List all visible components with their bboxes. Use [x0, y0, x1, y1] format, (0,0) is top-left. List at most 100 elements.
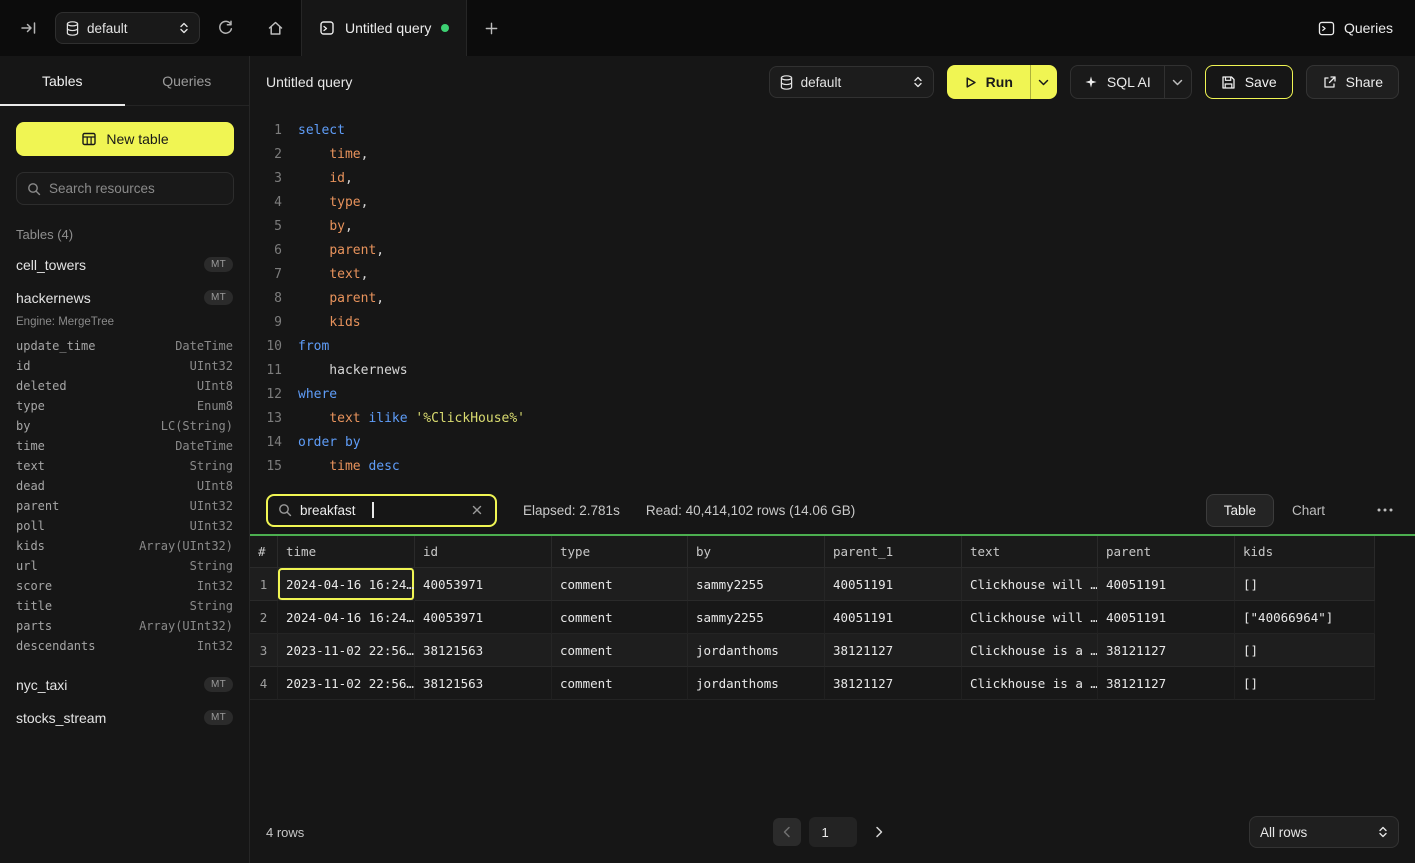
- editor-line[interactable]: 15 time desc: [258, 454, 1415, 478]
- prev-page-button[interactable]: [773, 818, 801, 846]
- results-search-input[interactable]: [300, 503, 364, 518]
- table-cell[interactable]: 40051191: [825, 601, 962, 634]
- column-name: id: [16, 359, 30, 373]
- table-cell[interactable]: 2024-04-16 16:24…: [278, 568, 415, 601]
- table-cell[interactable]: 38121127: [1098, 667, 1235, 700]
- sidebar-tab-queries[interactable]: Queries: [125, 56, 250, 105]
- editor-line[interactable]: 3 id,: [258, 166, 1415, 190]
- column-header[interactable]: parent_1: [825, 536, 962, 568]
- column-header[interactable]: time: [278, 536, 415, 568]
- topbar-database-selector[interactable]: default: [55, 12, 200, 44]
- resource-search[interactable]: [16, 172, 234, 205]
- results-search[interactable]: [266, 494, 497, 527]
- share-button[interactable]: Share: [1306, 65, 1399, 99]
- table-cell[interactable]: 40051191: [825, 568, 962, 601]
- sidebar-table-item[interactable]: cell_towersMT: [0, 248, 249, 281]
- table-cell[interactable]: 40051191: [1098, 601, 1235, 634]
- column-type: DateTime: [175, 439, 233, 453]
- table-cell[interactable]: Clickhouse will …: [962, 568, 1098, 601]
- editor-line[interactable]: 9 kids: [258, 310, 1415, 334]
- editor-line[interactable]: 2 time,: [258, 142, 1415, 166]
- queries-button[interactable]: Queries: [1318, 20, 1393, 36]
- table-cell[interactable]: Clickhouse is a …: [962, 634, 1098, 667]
- column-header[interactable]: parent: [1098, 536, 1235, 568]
- clear-search-button[interactable]: [469, 502, 485, 518]
- table-cell[interactable]: 38121127: [825, 634, 962, 667]
- column-header[interactable]: text: [962, 536, 1098, 568]
- rows-per-page-select[interactable]: All rows: [1249, 816, 1399, 848]
- table-cell[interactable]: comment: [552, 667, 688, 700]
- new-tab-button[interactable]: [467, 0, 516, 56]
- editor-line[interactable]: 4 type,: [258, 190, 1415, 214]
- query-database-selector[interactable]: default: [769, 66, 934, 98]
- editor-line[interactable]: 5 by,: [258, 214, 1415, 238]
- sidebar-tab-tables[interactable]: Tables: [0, 56, 125, 105]
- table-row[interactable]: 32023-11-02 22:56…38121563commentjordant…: [250, 634, 1375, 667]
- save-button[interactable]: Save: [1205, 65, 1293, 99]
- sidebar-table-item[interactable]: hackernewsMT: [0, 281, 249, 314]
- table-cell[interactable]: 38121563: [415, 634, 552, 667]
- view-toggle-chart[interactable]: Chart: [1274, 494, 1343, 527]
- search-icon: [278, 503, 292, 517]
- tab-untitled-query[interactable]: Untitled query: [301, 0, 467, 56]
- table-row[interactable]: 42023-11-02 22:56…38121563commentjordant…: [250, 667, 1375, 700]
- column-header[interactable]: type: [552, 536, 688, 568]
- editor-line[interactable]: 12where: [258, 382, 1415, 406]
- sql-editor[interactable]: 1select2 time,3 id,4 type,5 by,6 parent,…: [250, 108, 1415, 478]
- run-button-main[interactable]: Run: [947, 65, 1030, 99]
- table-cell[interactable]: 2023-11-02 22:56…: [278, 667, 415, 700]
- table-cell[interactable]: Clickhouse will …: [962, 601, 1098, 634]
- editor-line[interactable]: 10from: [258, 334, 1415, 358]
- view-toggle-table[interactable]: Table: [1206, 494, 1274, 527]
- table-cell[interactable]: 38121563: [415, 667, 552, 700]
- table-cell[interactable]: []: [1235, 568, 1375, 601]
- new-table-button[interactable]: New table: [16, 122, 234, 156]
- run-button[interactable]: Run: [947, 65, 1057, 99]
- table-row[interactable]: 22024-04-16 16:24…40053971commentsammy22…: [250, 601, 1375, 634]
- collapse-sidebar-button[interactable]: [16, 15, 42, 41]
- table-cell[interactable]: 40051191: [1098, 568, 1235, 601]
- table-cell[interactable]: comment: [552, 568, 688, 601]
- home-tab[interactable]: [250, 0, 301, 56]
- editor-line[interactable]: 8 parent,: [258, 286, 1415, 310]
- sidebar-table-item[interactable]: nyc_taxiMT: [0, 668, 249, 701]
- table-cell[interactable]: ["40066964"]: [1235, 601, 1375, 634]
- table-cell[interactable]: sammy2255: [688, 601, 825, 634]
- next-page-button[interactable]: [865, 818, 893, 846]
- sql-ai-chevron[interactable]: [1164, 66, 1191, 98]
- run-options-chevron[interactable]: [1030, 65, 1057, 99]
- page-number-input[interactable]: 1: [809, 817, 857, 847]
- column-header[interactable]: kids: [1235, 536, 1375, 568]
- table-cell[interactable]: 38121127: [1098, 634, 1235, 667]
- table-cell[interactable]: 2024-04-16 16:24…: [278, 601, 415, 634]
- editor-line[interactable]: 1select: [258, 118, 1415, 142]
- editor-line[interactable]: 11 hackernews: [258, 358, 1415, 382]
- table-cell[interactable]: 2023-11-02 22:56…: [278, 634, 415, 667]
- editor-line[interactable]: 14order by: [258, 430, 1415, 454]
- table-cell[interactable]: comment: [552, 601, 688, 634]
- editor-line[interactable]: 6 parent,: [258, 238, 1415, 262]
- table-cell[interactable]: jordanthoms: [688, 667, 825, 700]
- table-cell[interactable]: 40053971: [415, 568, 552, 601]
- sql-ai-main[interactable]: SQL AI: [1071, 66, 1164, 98]
- table-cell[interactable]: Clickhouse is a …: [962, 667, 1098, 700]
- column-header[interactable]: by: [688, 536, 825, 568]
- sql-ai-button[interactable]: SQL AI: [1070, 65, 1192, 99]
- results-menu-button[interactable]: [1371, 502, 1399, 518]
- line-number: 10: [258, 339, 282, 354]
- column-header[interactable]: #: [250, 536, 278, 568]
- table-cell[interactable]: 38121127: [825, 667, 962, 700]
- table-cell[interactable]: 40053971: [415, 601, 552, 634]
- column-header[interactable]: id: [415, 536, 552, 568]
- resource-search-input[interactable]: [49, 181, 223, 196]
- refresh-button[interactable]: [213, 16, 238, 41]
- editor-line[interactable]: 7 text,: [258, 262, 1415, 286]
- table-cell[interactable]: sammy2255: [688, 568, 825, 601]
- table-cell[interactable]: comment: [552, 634, 688, 667]
- table-cell[interactable]: []: [1235, 667, 1375, 700]
- table-cell[interactable]: jordanthoms: [688, 634, 825, 667]
- table-cell[interactable]: []: [1235, 634, 1375, 667]
- table-row[interactable]: 12024-04-16 16:24…40053971commentsammy22…: [250, 568, 1375, 601]
- editor-line[interactable]: 13 text ilike '%ClickHouse%': [258, 406, 1415, 430]
- sidebar-table-item[interactable]: stocks_streamMT: [0, 701, 249, 734]
